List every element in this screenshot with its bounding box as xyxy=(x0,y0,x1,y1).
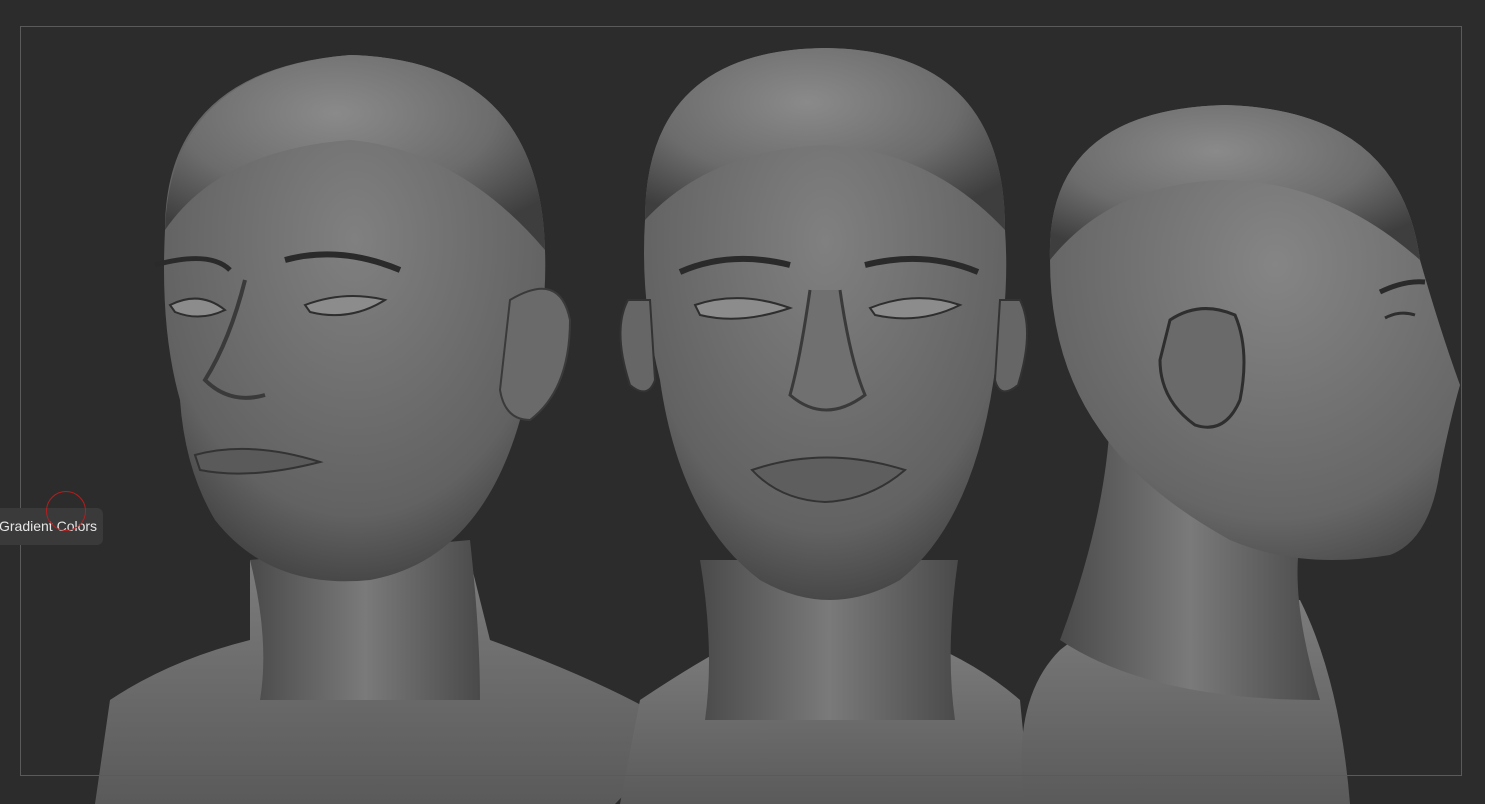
head-three-quarter xyxy=(95,55,668,804)
head-front xyxy=(619,48,1030,804)
tooltip-label: Gradient Colors xyxy=(0,518,98,534)
tooltip: Gradient Colors xyxy=(0,508,103,545)
sculpt-render[interactable] xyxy=(0,0,1485,804)
head-side xyxy=(1021,105,1460,804)
canvas-viewport[interactable]: Gradient Colors xyxy=(0,0,1485,804)
